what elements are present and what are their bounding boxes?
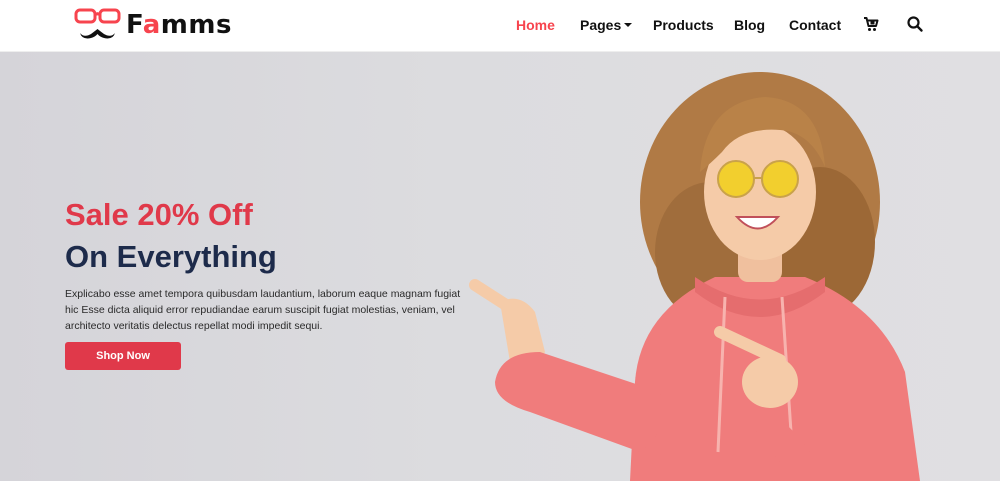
site-header: Famms Home Pages Products Blog Contact <box>0 0 1000 52</box>
nav-home[interactable]: Home <box>516 16 555 34</box>
cart-icon[interactable] <box>862 15 880 33</box>
chevron-down-icon <box>624 23 633 27</box>
nav-contact[interactable]: Contact <box>789 16 841 34</box>
nav-products[interactable]: Products <box>653 16 714 34</box>
nav-pages[interactable]: Pages <box>580 16 633 34</box>
hero-headline-sale: Sale 20% Off <box>65 197 253 232</box>
shop-now-button[interactable]: Shop Now <box>65 342 181 370</box>
hero-description: Explicabo esse amet tempora quibusdam la… <box>65 288 461 332</box>
brand-name: Famms <box>126 10 232 40</box>
brand-logo[interactable]: Famms <box>74 7 232 43</box>
nav-pages-label: Pages <box>580 17 622 33</box>
nav-blog[interactable]: Blog <box>734 16 765 34</box>
glasses-mustache-icon <box>74 7 124 43</box>
hero-headline-subtitle: On Everything <box>65 239 277 274</box>
search-icon[interactable] <box>906 15 924 33</box>
hero-model-image <box>460 52 960 481</box>
hero-banner: Sale 20% Off On Everything Explicabo ess… <box>0 52 1000 481</box>
